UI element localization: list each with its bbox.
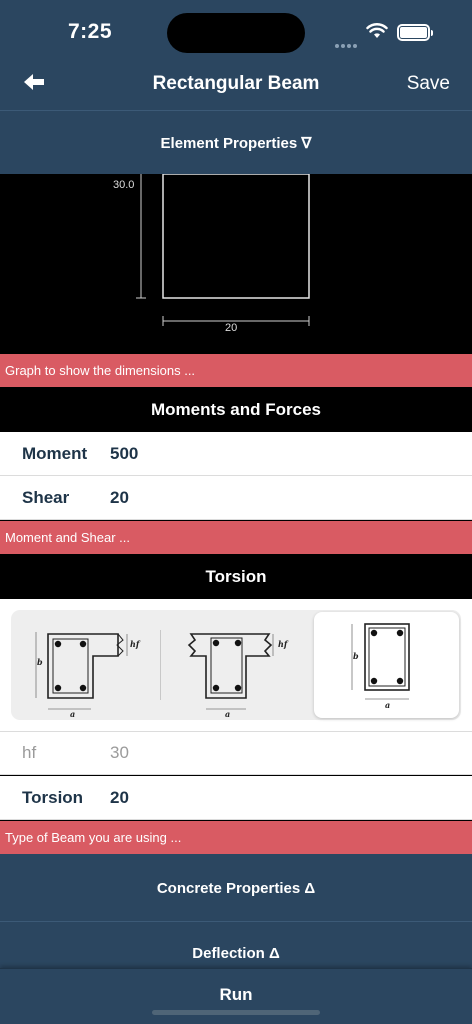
rect-beam-b-label: b	[353, 651, 359, 661]
l-beam-hf-label: hf	[130, 639, 141, 649]
hf-row[interactable]: hf 30	[0, 731, 472, 775]
battery-icon	[397, 24, 433, 41]
moment-field[interactable]: 500	[110, 444, 138, 464]
graph-hint: Graph to show the dimensions ...	[0, 354, 472, 387]
cellular-icon	[335, 35, 359, 48]
rectangular-beam-icon: b a	[351, 623, 410, 710]
beam-type-area: b hf a hf a b a	[0, 599, 472, 731]
save-button[interactable]: Save	[407, 73, 450, 95]
page-title: Rectangular Beam	[152, 73, 320, 94]
status-time: 7:25	[68, 20, 113, 43]
beam-type-selector[interactable]: b hf a hf a b a	[11, 610, 461, 720]
t-beam-a-label: a	[225, 709, 230, 719]
torsion-field[interactable]: 20	[110, 788, 129, 808]
shear-field[interactable]: 20	[110, 488, 129, 508]
concrete-properties-header[interactable]: Concrete Properties Δ	[0, 856, 472, 920]
moments-hint: Moment and Shear ...	[0, 521, 472, 554]
shear-row[interactable]: Shear 20	[0, 476, 472, 520]
nav-bar: Rectangular Beam Save	[0, 62, 472, 110]
rect-beam-a-label: a	[385, 700, 390, 710]
torsion-hint: Type of Beam you are using ...	[0, 821, 472, 854]
dimension-graph: 30.0 20	[0, 174, 472, 354]
hf-field[interactable]: 30	[110, 743, 129, 763]
l-beam-b-label: b	[37, 657, 43, 667]
element-properties-header[interactable]: Element Properties ∇	[0, 110, 472, 174]
hf-label: hf	[22, 743, 37, 762]
l-beam-a-label: a	[70, 709, 75, 719]
t-beam-hf-label: hf	[278, 639, 289, 649]
torsion-row[interactable]: Torsion 20	[0, 776, 472, 820]
shear-label: Shear	[22, 487, 70, 507]
home-indicator[interactable]	[152, 1010, 320, 1015]
segment-t-beam[interactable]: hf a	[161, 610, 313, 720]
torsion-header: Torsion	[0, 554, 472, 599]
height-label: 30.0	[113, 179, 135, 191]
wifi-icon	[366, 23, 388, 38]
run-label: Run	[219, 984, 253, 1004]
dynamic-island	[167, 13, 305, 53]
segment-l-beam[interactable]: b hf a	[11, 610, 161, 720]
beam-outline	[162, 174, 310, 299]
torsion-label: Torsion	[22, 787, 84, 807]
run-button[interactable]: Run	[0, 968, 472, 1024]
segment-rectangular-beam[interactable]: b a	[314, 612, 459, 718]
status-bar: 7:25	[0, 0, 472, 62]
width-label: 20	[225, 322, 238, 334]
moments-header: Moments and Forces	[0, 387, 472, 432]
moment-row[interactable]: Moment 500	[0, 432, 472, 476]
l-beam-icon: b hf a	[35, 632, 141, 719]
t-beam-icon: hf a	[187, 633, 289, 719]
moment-label: Moment	[22, 443, 88, 463]
